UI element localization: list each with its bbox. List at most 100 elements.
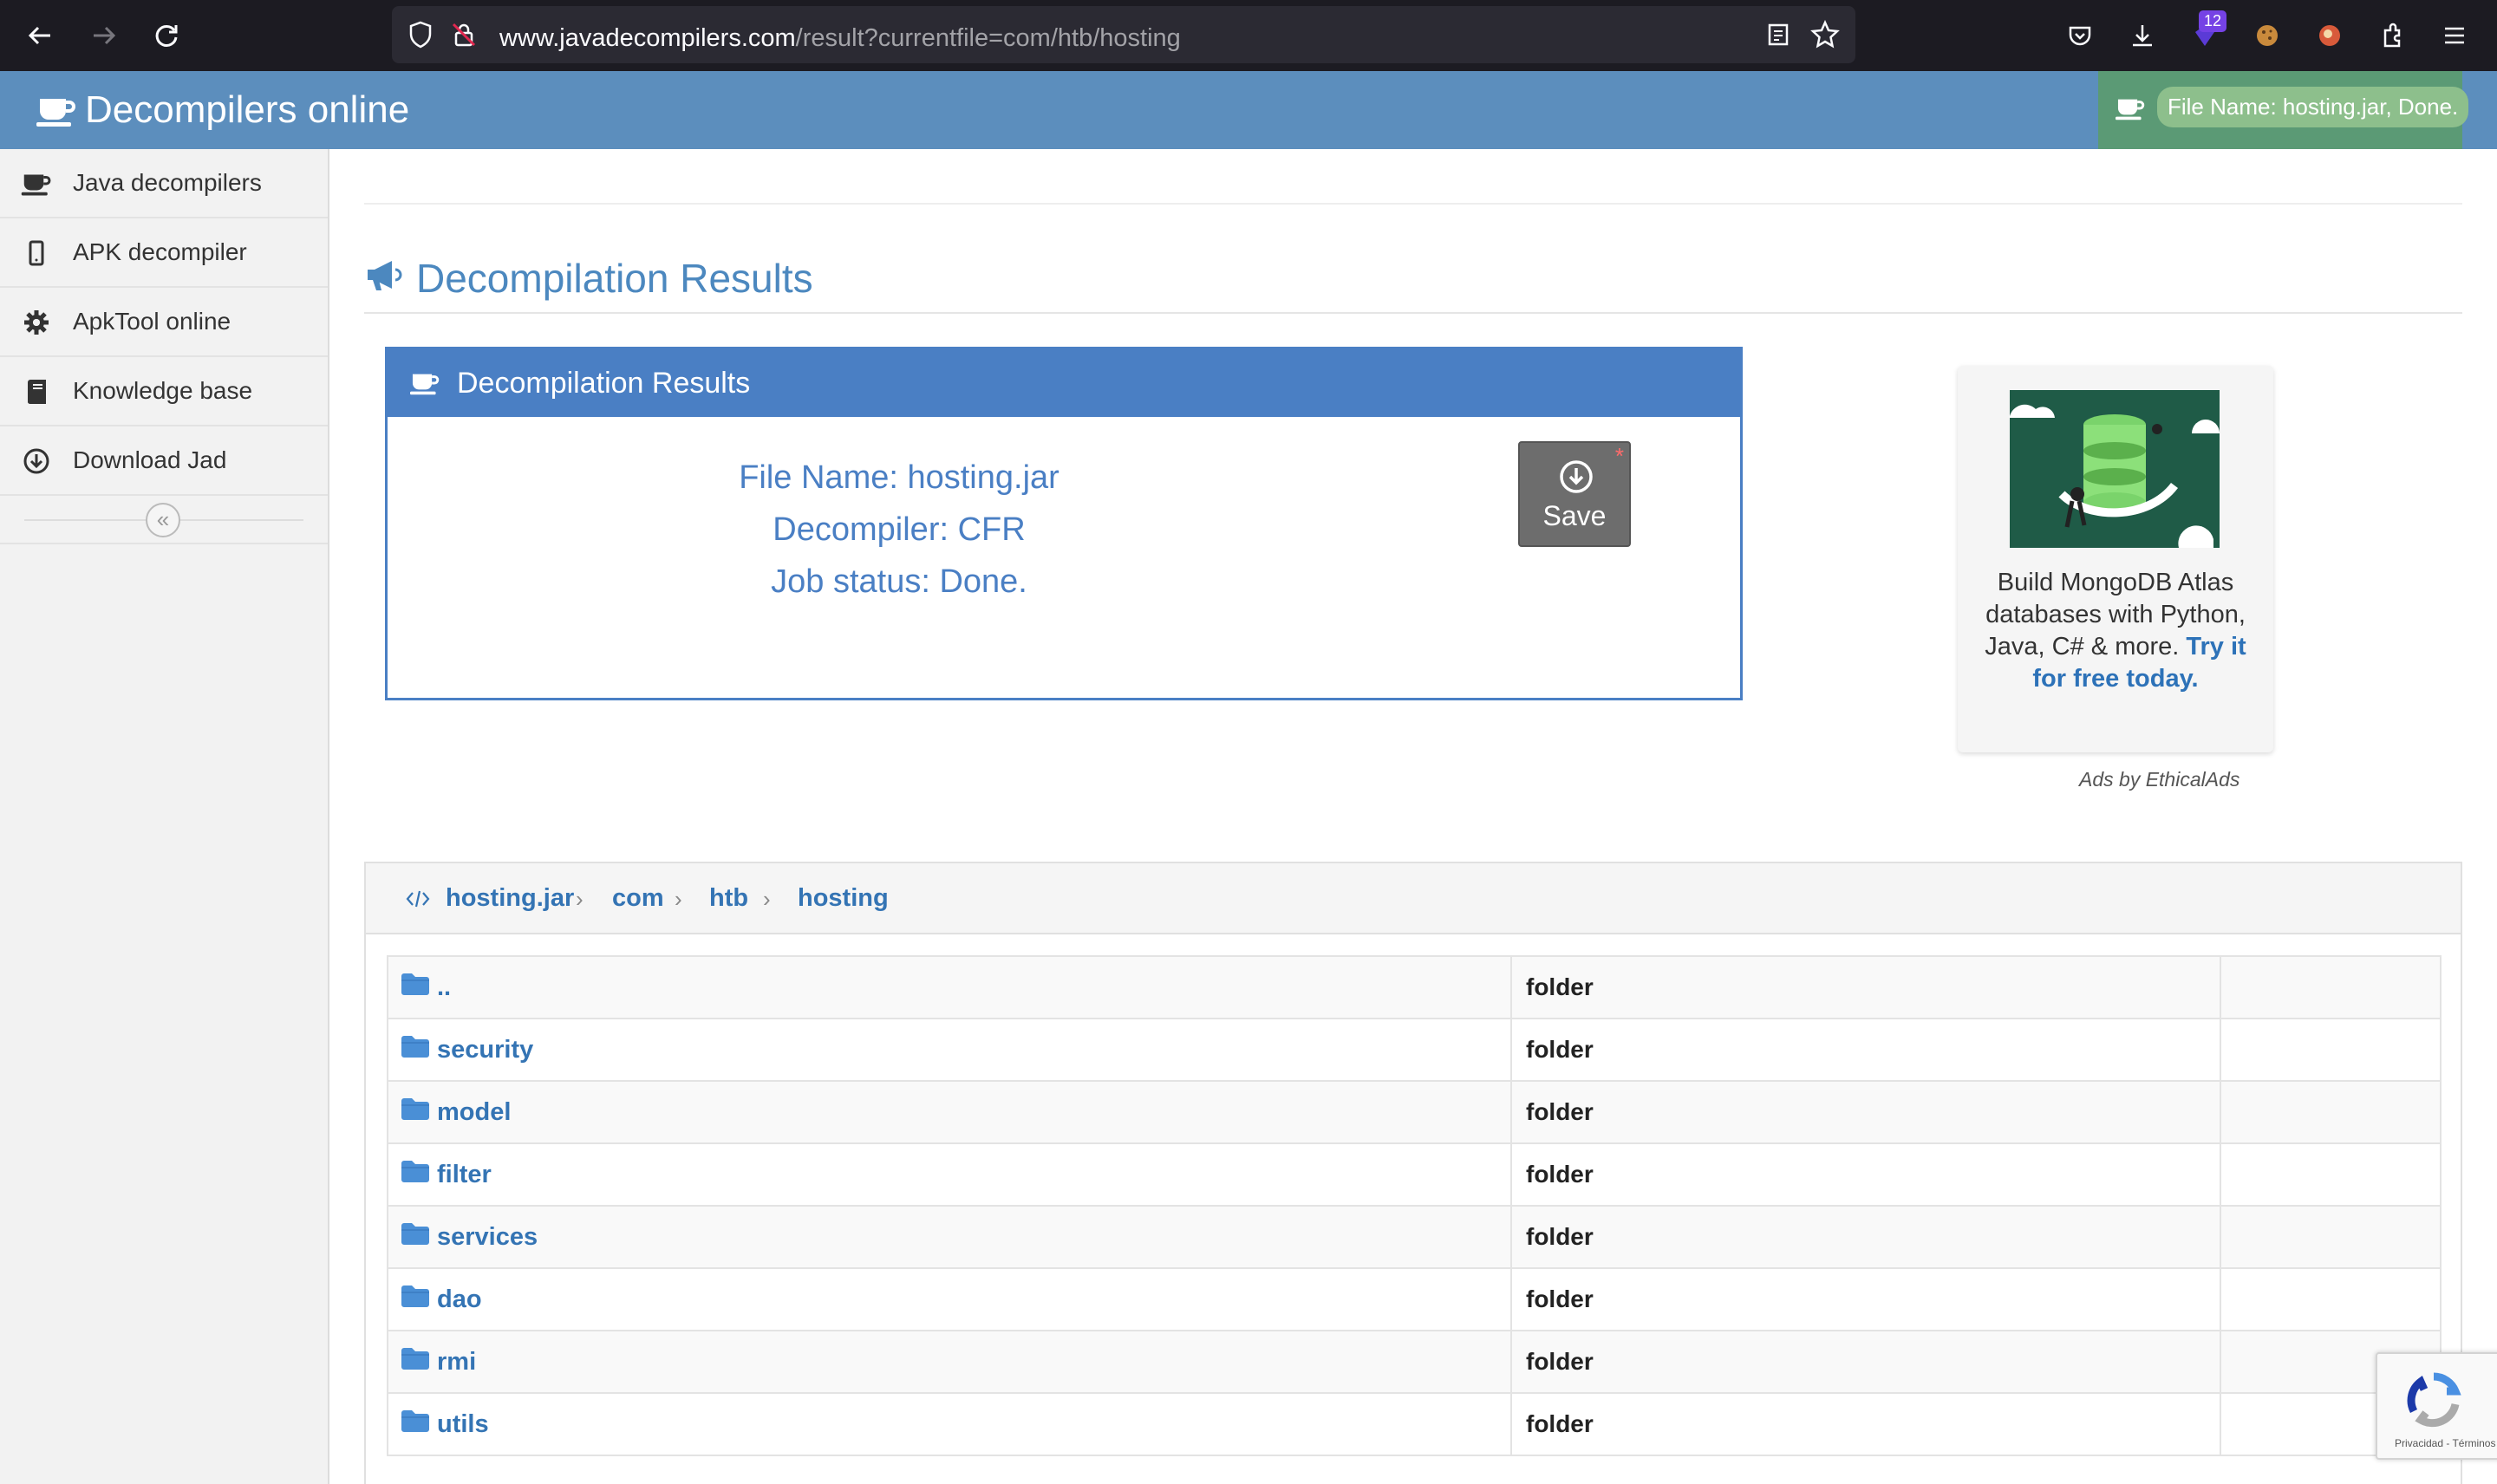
ads-attribution[interactable]: Ads by EthicalAds — [2079, 768, 2239, 791]
folder-icon — [401, 1097, 430, 1128]
sidebar-nav: Java decompilers APK decompiler ApkTool … — [0, 149, 329, 1484]
sidebar-item-apktool-online[interactable]: ApkTool online — [0, 288, 328, 357]
table-row[interactable]: utils folder — [387, 1392, 2442, 1456]
file-extra-cell — [2220, 1018, 2442, 1082]
breadcrumb-item-htb[interactable]: htb — [709, 884, 748, 913]
breadcrumb-item-com[interactable]: com — [612, 884, 664, 913]
recaptcha-text[interactable]: Privacidad - Términos — [2395, 1437, 2495, 1449]
folder-icon — [401, 1221, 430, 1253]
file-link[interactable]: rmi — [437, 1348, 476, 1376]
sidebar-item-knowledge-base[interactable]: Knowledge base — [0, 357, 328, 426]
file-link[interactable]: dao — [437, 1285, 482, 1313]
folder-icon — [401, 1409, 430, 1440]
breadcrumb: hosting.jar › com › htb › hosting — [366, 863, 2461, 934]
file-type-cell: folder — [1510, 1142, 2221, 1207]
recaptcha-icon — [2403, 1370, 2464, 1435]
job-status-badge[interactable]: File Name: hosting.jar, Done. — [2157, 87, 2469, 127]
gear-icon — [21, 307, 52, 338]
ad-card[interactable]: Build MongoDB Atlas databases with Pytho… — [1958, 366, 2273, 752]
table-row[interactable]: services folder — [387, 1205, 2442, 1269]
file-link[interactable]: utils — [437, 1410, 489, 1438]
sidebar-collapse-button[interactable]: « — [146, 503, 180, 537]
recaptcha-badge[interactable]: Privacidad - Términos — [2376, 1352, 2497, 1460]
file-link[interactable]: security — [437, 1036, 533, 1064]
download-icon[interactable] — [2124, 17, 2161, 54]
back-icon[interactable] — [23, 18, 57, 53]
insecure-lock-icon[interactable] — [449, 20, 479, 54]
job-status-text: Job status: Done. — [771, 563, 1027, 600]
browser-toolbar: www.javadecompilers.com/result?currentfi… — [0, 0, 2497, 71]
coffee-cup-icon — [410, 370, 440, 404]
extensions-puzzle-icon[interactable] — [2374, 17, 2410, 54]
sidebar-item-label: APK decompiler — [73, 238, 247, 265]
extension-ball-icon[interactable] — [2311, 17, 2348, 54]
breadcrumb-item-hosting[interactable]: hosting — [798, 884, 889, 913]
file-name-cell[interactable]: rmi — [387, 1330, 1512, 1394]
file-type-cell: folder — [1510, 1330, 2221, 1394]
file-extra-cell — [2220, 1267, 2442, 1331]
chevron-right-icon: › — [763, 886, 771, 912]
site-title[interactable]: Decompilers online — [85, 88, 409, 132]
shield-icon[interactable] — [406, 20, 435, 54]
results-info: File Name: hosting.jar Decompiler: CFR J… — [388, 452, 1411, 608]
reload-icon[interactable] — [149, 18, 184, 53]
url-bar[interactable]: www.javadecompilers.com/result?currentfi… — [392, 6, 1855, 63]
pocket-icon[interactable] — [2062, 17, 2098, 54]
url-domain: www.javadecompilers.com — [499, 24, 796, 52]
file-link[interactable]: filter — [437, 1161, 492, 1188]
url-text[interactable]: www.javadecompilers.com/result?currentfi… — [499, 24, 1181, 53]
cookie-icon[interactable] — [2249, 17, 2285, 54]
folder-icon — [401, 1034, 430, 1065]
file-name-cell[interactable]: services — [387, 1205, 1512, 1269]
table-row[interactable]: filter folder — [387, 1142, 2442, 1207]
page-title: Decompilation Results — [364, 255, 813, 302]
file-name-cell[interactable]: dao — [387, 1267, 1512, 1331]
table-row[interactable]: .. folder — [387, 955, 2442, 1019]
sidebar-item-apk-decompiler[interactable]: APK decompiler — [0, 218, 328, 288]
sidebar-item-label: Java decompilers — [73, 169, 262, 196]
folder-icon — [401, 1346, 430, 1377]
site-header: Decompilers online File Name: hosting.ja… — [0, 71, 2497, 149]
breadcrumb-item-jar[interactable]: hosting.jar — [446, 884, 574, 913]
file-link[interactable]: model — [437, 1098, 511, 1126]
divider — [364, 203, 2462, 205]
sidebar-item-label: ApkTool online — [73, 308, 231, 335]
chevron-right-icon: › — [675, 886, 682, 912]
file-name-cell[interactable]: filter — [387, 1142, 1512, 1207]
folder-icon — [401, 972, 430, 1003]
phone-icon — [21, 238, 52, 269]
table-row[interactable]: dao folder — [387, 1267, 2442, 1331]
ad-text[interactable]: Build MongoDB Atlas databases with Pytho… — [1975, 567, 2256, 695]
ad-image[interactable] — [2010, 390, 2220, 548]
file-link[interactable]: .. — [437, 973, 451, 1001]
download-circle-icon — [1558, 459, 1594, 499]
table-row[interactable]: model folder — [387, 1080, 2442, 1144]
file-name-cell[interactable]: security — [387, 1018, 1512, 1082]
file-link[interactable]: services — [437, 1223, 538, 1251]
results-panel-header: Decompilation Results — [388, 349, 1740, 417]
file-name-text: File Name: hosting.jar — [739, 459, 1059, 496]
file-type-cell: folder — [1510, 1080, 2221, 1144]
forward-icon[interactable] — [87, 18, 121, 53]
sidebar-item-download-jad[interactable]: Download Jad — [0, 426, 328, 496]
file-table: .. folder security folder model folder filter f… — [387, 955, 2442, 1456]
bookmark-star-icon[interactable] — [1810, 19, 1840, 54]
file-extra-cell — [2220, 955, 2442, 1019]
file-type-cell: folder — [1510, 1018, 2221, 1082]
table-row[interactable]: rmi folder — [387, 1330, 2442, 1394]
file-name-cell[interactable]: .. — [387, 955, 1512, 1019]
file-extra-cell — [2220, 1205, 2442, 1269]
file-name-cell[interactable]: model — [387, 1080, 1512, 1144]
save-marker: * — [1614, 443, 1624, 469]
save-button[interactable]: * Save — [1518, 441, 1631, 547]
page-title-text: Decompilation Results — [416, 256, 813, 301]
table-row[interactable]: security folder — [387, 1018, 2442, 1082]
reader-view-icon[interactable] — [1765, 22, 1791, 52]
sidebar-collapse-row: « — [0, 496, 328, 544]
book-icon — [21, 376, 52, 407]
menu-icon[interactable] — [2436, 17, 2473, 54]
coffee-cup-logo-icon — [36, 94, 76, 133]
sidebar-item-java-decompilers[interactable]: Java decompilers — [0, 149, 328, 218]
file-type-cell: folder — [1510, 1205, 2221, 1269]
file-name-cell[interactable]: utils — [387, 1392, 1512, 1456]
